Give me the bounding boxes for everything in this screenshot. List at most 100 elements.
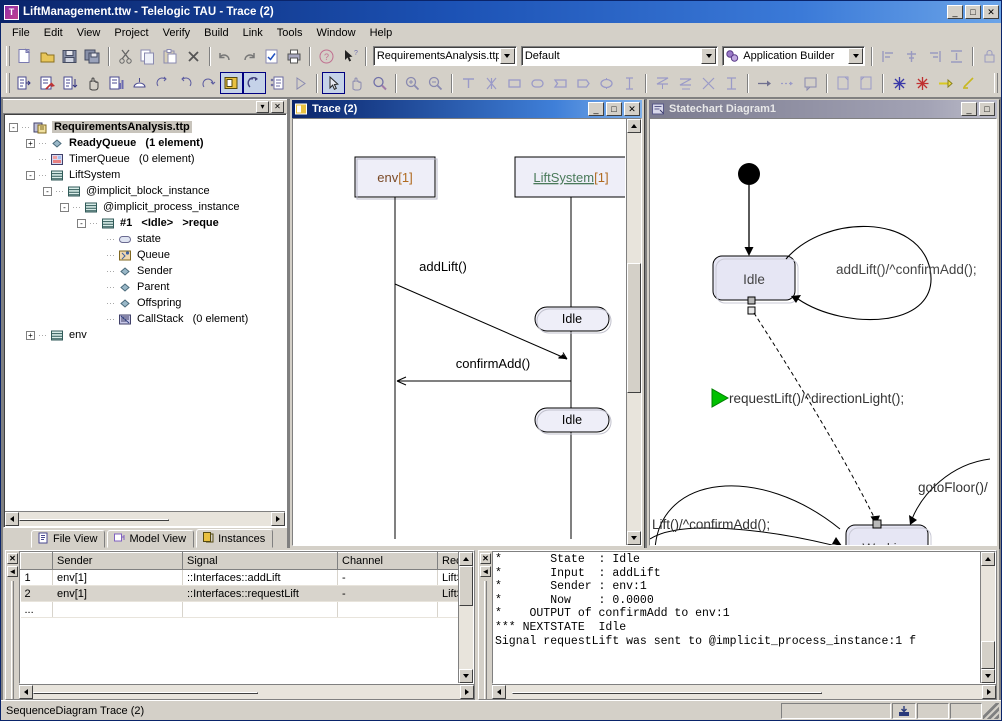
tree-node-readyqueue[interactable]: + ··· ReadyQueue (1 element): [9, 135, 285, 151]
comment-icon[interactable]: [799, 72, 822, 94]
decision-symbol-icon[interactable]: [595, 72, 618, 94]
print-icon[interactable]: [283, 45, 306, 67]
scroll-left-button[interactable]: [5, 512, 19, 526]
output-log-horizontal-scrollbar[interactable]: [492, 684, 996, 699]
zoom-icon[interactable]: [368, 72, 391, 94]
menu-item-tools[interactable]: Tools: [270, 25, 310, 41]
solid-arrow-icon[interactable]: [753, 72, 776, 94]
step-into-icon[interactable]: [13, 72, 36, 94]
tree-node-env[interactable]: + ··· env: [9, 327, 285, 343]
trace-maximize-button[interactable]: □: [606, 102, 622, 116]
state-symbol-icon[interactable]: [503, 72, 526, 94]
list-icon[interactable]: [266, 72, 289, 94]
rounded-state-icon[interactable]: [526, 72, 549, 94]
lock-icon[interactable]: [978, 45, 1001, 67]
trace-vscroll-thumb[interactable]: [627, 263, 641, 393]
tree-node-liftsystem[interactable]: - ··· LiftSystem: [9, 167, 285, 183]
hand-icon[interactable]: [82, 72, 105, 94]
collapse-icon[interactable]: -: [77, 218, 86, 228]
tree-node-offspring[interactable]: ··· Offspring: [9, 295, 285, 311]
log-vscroll-thumb[interactable]: [981, 641, 995, 669]
go-forward-icon[interactable]: [151, 72, 174, 94]
tree-node-callstack[interactable]: ··· CallStack (0 element): [9, 311, 285, 327]
resize-grip[interactable]: [983, 702, 999, 719]
align-left-icon[interactable]: [877, 45, 900, 67]
signal-table-header-index[interactable]: [20, 552, 53, 570]
scroll-left-button[interactable]: [492, 685, 506, 699]
context-help-icon[interactable]: ?: [338, 45, 361, 67]
zoom-in-icon[interactable]: [401, 72, 424, 94]
chevron-down-icon[interactable]: [848, 48, 864, 64]
tree-minimize-button[interactable]: ▾: [256, 100, 269, 113]
signal-table-wrapper[interactable]: SenderSignalChannelReceiver 1env[1]::Int…: [19, 551, 474, 684]
sequence-diagram-canvas[interactable]: env[1] LiftSystem[1] addLift() Idle conf…: [293, 119, 625, 545]
step-exit-icon[interactable]: [36, 72, 59, 94]
log-vscroll-track[interactable]: [981, 566, 995, 669]
scroll-right-button[interactable]: [271, 512, 285, 526]
tab-model-view[interactable]: Model View: [107, 530, 195, 548]
new-document-icon[interactable]: [13, 45, 36, 67]
tree-horizontal-scrollbar[interactable]: [5, 511, 285, 526]
scroll-down-button[interactable]: [981, 669, 995, 683]
output-log-drag-grip[interactable]: [484, 581, 487, 699]
run-icon[interactable]: [289, 72, 312, 94]
scroll-down-button[interactable]: [627, 531, 641, 545]
undo-icon[interactable]: [215, 45, 238, 67]
menu-item-window[interactable]: Window: [309, 25, 362, 41]
tree-node-queue[interactable]: ··· Queue: [9, 247, 285, 263]
toolbar-grip[interactable]: [6, 46, 10, 66]
trace-close-button[interactable]: ✕: [624, 102, 640, 116]
statechart-window-body[interactable]: Idle addLift()/^confirmAdd(); requestLif…: [649, 118, 997, 546]
statechart-minimize-button[interactable]: _: [961, 102, 977, 116]
asterisk-blue-icon[interactable]: [888, 72, 911, 94]
output-log-wrapper[interactable]: * State : Idle * Input : addLift * Sende…: [492, 551, 996, 684]
output-symbol-icon[interactable]: [572, 72, 595, 94]
scroll-up-button[interactable]: [981, 552, 995, 566]
signal-table-horizontal-scrollbar[interactable]: [19, 684, 474, 699]
merge-down-icon[interactable]: [674, 72, 697, 94]
chevron-down-icon[interactable]: [701, 48, 717, 64]
tree-node-state[interactable]: ··· state: [9, 231, 285, 247]
scroll-up-button[interactable]: [627, 119, 641, 133]
output-log-vertical-scrollbar[interactable]: [980, 552, 995, 683]
help-icon[interactable]: ?: [315, 45, 338, 67]
signal-table-header-channel[interactable]: Channel: [337, 552, 438, 570]
menu-item-help[interactable]: Help: [363, 25, 400, 41]
cross-icon[interactable]: [697, 72, 720, 94]
paste-icon[interactable]: [159, 45, 182, 67]
page-icon[interactable]: [832, 72, 855, 94]
menu-item-build[interactable]: Build: [197, 25, 235, 41]
chevron-down-icon[interactable]: [499, 48, 515, 64]
queue-icon[interactable]: [105, 72, 128, 94]
tree-node-timerqueue[interactable]: ··· TimerQueue (0 element): [9, 151, 285, 167]
log-hscroll-thumb[interactable]: [512, 692, 822, 694]
table-row[interactable]: 2env[1]::Interfaces::requestLift-LiftSys…: [20, 585, 473, 602]
trigger-icon[interactable]: [128, 72, 151, 94]
signal-table-close-button[interactable]: ✕: [7, 553, 18, 564]
scroll-right-button[interactable]: [982, 685, 996, 699]
distribute-icon[interactable]: [946, 45, 969, 67]
align-right-icon[interactable]: [923, 45, 946, 67]
scroll-up-button[interactable]: [459, 552, 473, 566]
trace-vertical-scrollbar[interactable]: [626, 119, 641, 545]
tree-body[interactable]: - ··· RequirementsAnalysis.ttp + ··· ReadyQue…: [3, 113, 287, 528]
menu-item-view[interactable]: View: [70, 25, 108, 41]
output-log-collapse-button[interactable]: ◄: [480, 566, 491, 577]
collapse-icon[interactable]: -: [60, 202, 69, 212]
merge-up-icon[interactable]: [651, 72, 674, 94]
step-next-icon[interactable]: [59, 72, 82, 94]
trace-window-body[interactable]: env[1] LiftSystem[1] addLift() Idle conf…: [292, 118, 642, 546]
delete-icon[interactable]: [182, 45, 205, 67]
tree-hscroll-thumb[interactable]: [19, 519, 169, 521]
tree-node-sender[interactable]: ··· Sender: [9, 263, 285, 279]
timer-icon[interactable]: [720, 72, 743, 94]
project-combo[interactable]: RequirementsAnalysis.ttp: [372, 46, 517, 66]
stop-symbol-icon[interactable]: [480, 72, 503, 94]
signal-table-drag-grip[interactable]: [11, 581, 14, 699]
menu-item-verify[interactable]: Verify: [156, 25, 198, 41]
table-row[interactable]: ...: [20, 601, 473, 618]
check-model-icon[interactable]: [260, 45, 283, 67]
signal-table-header-sender[interactable]: Sender: [52, 552, 183, 570]
maximize-button[interactable]: □: [965, 5, 981, 19]
tree-node--implicit-process-instance[interactable]: - ··· @implicit_process_instance: [9, 199, 285, 215]
